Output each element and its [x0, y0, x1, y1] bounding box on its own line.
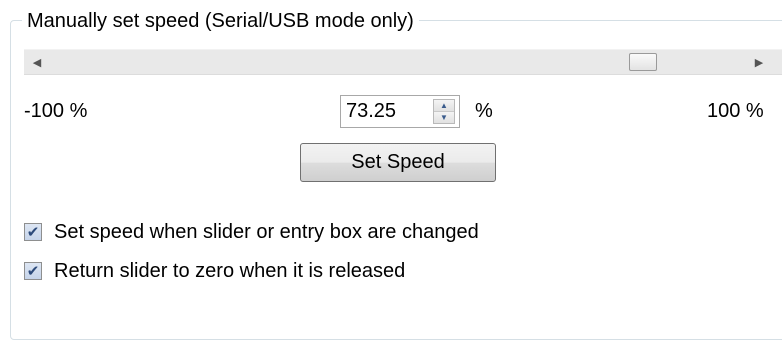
slider-left-arrow-icon[interactable]: ◀ [24, 50, 50, 74]
speed-slider[interactable]: ◀ ▶ [24, 49, 782, 75]
groupbox-title: Manually set speed (Serial/USB mode only… [22, 9, 419, 33]
checkbox-set-speed-on-change[interactable]: ✔ [24, 223, 42, 241]
set-speed-button[interactable]: Set Speed [300, 143, 496, 182]
option-label-return-slider-to-zero: Return slider to zero when it is release… [54, 260, 406, 282]
speed-spinbox[interactable]: 73.25 ▲ ▼ [340, 95, 460, 128]
checkbox-return-slider-to-zero[interactable]: ✔ [24, 262, 42, 280]
spin-up-icon[interactable]: ▲ [434, 100, 454, 111]
option-return-slider-to-zero[interactable]: ✔ Return slider to zero when it is relea… [24, 259, 405, 283]
speed-unit-label: % [475, 100, 493, 122]
slider-thumb[interactable] [628, 53, 657, 71]
spin-buttons[interactable]: ▲ ▼ [433, 99, 455, 124]
speed-value-input[interactable]: 73.25 [346, 99, 396, 123]
slider-right-arrow-icon[interactable]: ▶ [746, 50, 772, 74]
slider-min-label: -100 % [24, 100, 88, 122]
spin-down-icon[interactable]: ▼ [434, 111, 454, 123]
option-label-set-speed-on-change: Set speed when slider or entry box are c… [54, 221, 479, 243]
option-set-speed-on-change[interactable]: ✔ Set speed when slider or entry box are… [24, 220, 479, 244]
slider-max-label: 100 % [707, 100, 764, 122]
